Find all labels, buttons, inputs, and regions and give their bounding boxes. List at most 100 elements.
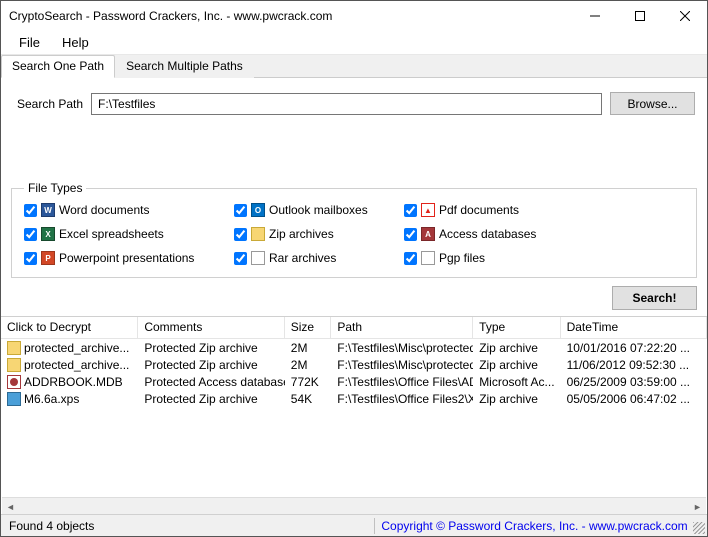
cell-name: ADDRBOOK.MDB — [24, 375, 123, 389]
tab-strip: Search One Path Search Multiple Paths — [1, 55, 707, 78]
scroll-track[interactable] — [19, 498, 689, 514]
label-excel: Excel spreadsheets — [59, 227, 164, 241]
status-count: Found 4 objects — [9, 519, 94, 533]
label-ppt: Powerpoint presentations — [59, 251, 194, 265]
results-table: Click to Decrypt Comments Size Path Type… — [1, 316, 707, 407]
file-icon — [7, 375, 21, 389]
table-row[interactable]: M6.6a.xpsProtected Zip archive54KF:\Test… — [1, 390, 707, 407]
titlebar[interactable]: CryptoSearch - Password Crackers, Inc. -… — [1, 1, 707, 31]
cell-name: protected_archive... — [24, 341, 129, 355]
cell-path: F:\Testfiles\Misc\protected_arc... — [331, 341, 473, 355]
check-excel[interactable]: X Excel spreadsheets — [24, 227, 224, 241]
menubar: File Help — [1, 31, 707, 55]
tab-search-multiple-paths[interactable]: Search Multiple Paths — [115, 55, 254, 78]
cell-type: Zip archive — [473, 358, 560, 372]
scroll-left-icon[interactable]: ◄ — [2, 498, 19, 515]
horizontal-scrollbar[interactable]: ◄ ► — [2, 497, 706, 514]
cell-datetime: 06/25/2009 03:59:00 ... — [561, 375, 707, 389]
browse-button[interactable]: Browse... — [610, 92, 695, 115]
ppt-icon: P — [41, 251, 55, 265]
outlook-icon: O — [251, 203, 265, 217]
results-body: protected_archive... Protected Zip archiv… — [1, 339, 707, 407]
checkbox-word[interactable] — [24, 204, 37, 217]
checkbox-excel[interactable] — [24, 228, 37, 241]
close-button[interactable] — [662, 1, 707, 31]
maximize-button[interactable] — [617, 1, 662, 31]
checkbox-access[interactable] — [404, 228, 417, 241]
cell-datetime: 11/06/2012 09:52:30 ... — [561, 358, 707, 372]
label-access: Access databases — [439, 227, 536, 241]
check-ppt[interactable]: P Powerpoint presentations — [24, 251, 224, 265]
access-icon: A — [421, 227, 435, 241]
cell-datetime: 05/05/2006 06:47:02 ... — [561, 392, 707, 406]
col-type[interactable]: Type — [473, 317, 560, 338]
pgp-icon — [421, 251, 435, 265]
checkbox-pgp[interactable] — [404, 252, 417, 265]
cell-size: 2M — [285, 358, 332, 372]
status-copyright[interactable]: Copyright © Password Crackers, Inc. - ww… — [381, 519, 687, 533]
minimize-button[interactable] — [572, 1, 617, 31]
pdf-icon: ▲ — [421, 203, 435, 217]
cell-comments: Protected Zip archive — [138, 392, 284, 406]
window-controls — [572, 1, 707, 31]
cell-path: F:\Testfiles\Office Files2\XPS\... — [331, 392, 473, 406]
col-datetime[interactable]: DateTime — [561, 317, 707, 338]
search-panel: Search Path Browse... — [1, 78, 707, 121]
checkbox-rar[interactable] — [234, 252, 247, 265]
menu-help[interactable]: Help — [52, 32, 99, 53]
check-word[interactable]: W Word documents — [24, 203, 224, 217]
cell-comments: Protected Access database — [138, 375, 284, 389]
file-icon — [7, 392, 21, 406]
zip-icon — [251, 227, 265, 241]
check-rar[interactable]: Rar archives — [234, 251, 394, 265]
cell-name: M6.6a.xps — [24, 392, 79, 406]
checkbox-zip[interactable] — [234, 228, 247, 241]
checkbox-outlook[interactable] — [234, 204, 247, 217]
col-size[interactable]: Size — [285, 317, 332, 338]
cell-name: protected_archive... — [24, 358, 129, 372]
rar-icon — [251, 251, 265, 265]
tab-search-one-path[interactable]: Search One Path — [1, 55, 115, 78]
col-path[interactable]: Path — [331, 317, 473, 338]
label-rar: Rar archives — [269, 251, 336, 265]
file-types-group: File Types W Word documents O Outlook mail… — [11, 181, 697, 278]
file-icon — [7, 358, 21, 372]
search-path-label: Search Path — [17, 97, 83, 111]
results-header: Click to Decrypt Comments Size Path Type… — [1, 317, 707, 339]
check-pgp[interactable]: Pgp files — [404, 251, 564, 265]
word-icon: W — [41, 203, 55, 217]
search-button[interactable]: Search! — [612, 286, 697, 310]
menu-file[interactable]: File — [9, 32, 50, 53]
checkbox-pdf[interactable] — [404, 204, 417, 217]
search-path-input[interactable] — [91, 93, 602, 115]
table-row[interactable]: protected_archive...Protected Zip archiv… — [1, 339, 707, 356]
cell-path: F:\Testfiles\Office Files\ADDR... — [331, 375, 473, 389]
label-outlook: Outlook mailboxes — [269, 203, 368, 217]
col-decrypt[interactable]: Click to Decrypt — [1, 317, 138, 338]
label-pdf: Pdf documents — [439, 203, 519, 217]
search-button-row: Search! — [1, 282, 707, 316]
cell-type: Microsoft Ac... — [473, 375, 560, 389]
file-types-legend: File Types — [24, 181, 86, 195]
excel-icon: X — [41, 227, 55, 241]
label-pgp: Pgp files — [439, 251, 485, 265]
label-zip: Zip archives — [269, 227, 334, 241]
table-row[interactable]: ADDRBOOK.MDB Protected Access database772… — [1, 373, 707, 390]
cell-datetime: 10/01/2016 07:22:20 ... — [561, 341, 707, 355]
cell-comments: Protected Zip archive — [138, 358, 284, 372]
window-title: CryptoSearch - Password Crackers, Inc. -… — [9, 9, 572, 23]
col-comments[interactable]: Comments — [138, 317, 284, 338]
table-row[interactable]: protected_archive... Protected Zip archiv… — [1, 356, 707, 373]
label-word: Word documents — [59, 203, 150, 217]
cell-size: 772K — [285, 375, 332, 389]
check-access[interactable]: A Access databases — [404, 227, 564, 241]
scroll-right-icon[interactable]: ► — [689, 498, 706, 515]
cell-type: Zip archive — [473, 341, 560, 355]
statusbar: Found 4 objects Copyright © Password Cra… — [1, 514, 707, 536]
checkbox-ppt[interactable] — [24, 252, 37, 265]
check-outlook[interactable]: O Outlook mailboxes — [234, 203, 394, 217]
file-icon — [7, 341, 21, 355]
check-pdf[interactable]: ▲ Pdf documents — [404, 203, 564, 217]
resize-grip-icon[interactable] — [693, 522, 705, 534]
check-zip[interactable]: Zip archives — [234, 227, 394, 241]
